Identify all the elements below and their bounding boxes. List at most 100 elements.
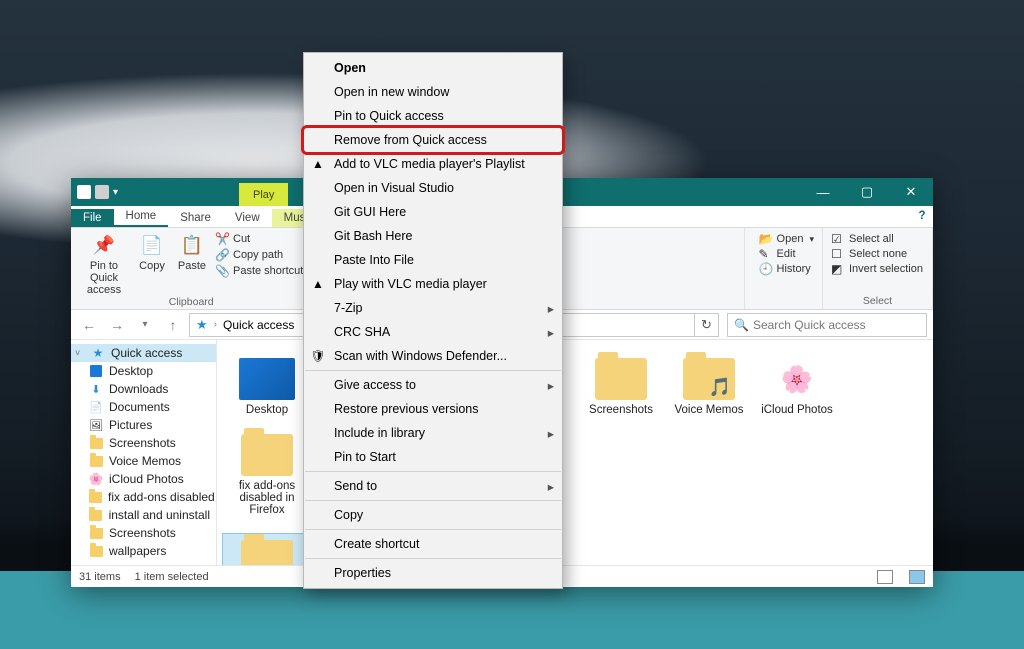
context-menu-label: Copy [334, 508, 363, 522]
copy-button[interactable]: 📄 Copy [135, 232, 169, 272]
nav-item[interactable]: Screenshots [71, 524, 216, 542]
expand-caret-icon[interactable]: ˅ [75, 348, 85, 358]
vlc-icon: ▲ [310, 276, 326, 292]
context-menu-item[interactable]: Pin to Quick access [304, 104, 562, 128]
nav-item-icon [89, 436, 103, 450]
context-menu-label: Git GUI Here [334, 205, 406, 219]
navigation-pane[interactable]: ˅ ★ Quick access Desktop DownloadsDocumen… [71, 340, 217, 565]
context-menu-item[interactable]: Include in library▸ [304, 421, 562, 445]
context-menu-separator [305, 500, 561, 501]
ribbon-tab-file[interactable]: File [71, 209, 114, 227]
ribbon-help-button[interactable]: ? [911, 205, 933, 227]
qat-icon[interactable] [95, 185, 109, 199]
maximize-button[interactable]: ▢ [845, 178, 889, 206]
context-menu-item[interactable]: Create shortcut [304, 532, 562, 556]
history-icon: 🕘 [759, 262, 773, 276]
nav-item[interactable]: wallpapers [71, 542, 216, 560]
nav-item[interactable]: Voice Memos [71, 452, 216, 470]
file-item[interactable]: Desktop [223, 352, 311, 424]
context-menu-item[interactable]: Open in new window [304, 80, 562, 104]
paste-button[interactable]: 📋 Paste [175, 232, 209, 272]
qat-dropdown-icon[interactable]: ▾ [113, 187, 118, 198]
icons-view-button[interactable] [909, 570, 925, 584]
context-menu-item[interactable]: Pin to Start [304, 445, 562, 469]
nav-item[interactable]: Desktop [71, 362, 216, 380]
invert-selection-button[interactable]: ◩Invert selection [831, 262, 923, 276]
nav-item-icon [89, 526, 103, 540]
nav-item-icon: 🌸 [89, 472, 103, 486]
context-menu-item[interactable]: 🛡Scan with Windows Defender... [304, 344, 562, 368]
context-menu-item[interactable]: ▲Play with VLC media player [304, 272, 562, 296]
forward-button[interactable]: → [105, 313, 129, 337]
file-item[interactable]: install and uninstall extensions in Chro… [223, 534, 311, 565]
context-menu-item[interactable]: Remove from Quick access [304, 128, 562, 152]
context-menu-item[interactable]: Properties [304, 561, 562, 585]
select-all-button[interactable]: ☑Select all [831, 232, 923, 246]
context-menu-separator [305, 471, 561, 472]
button-label: Cut [233, 233, 250, 245]
context-menu-item[interactable]: Copy [304, 503, 562, 527]
ribbon-tab-view[interactable]: View [223, 209, 272, 227]
ribbon-tab-home[interactable]: Home [114, 207, 169, 227]
pin-to-quick-access-button[interactable]: 📌 Pin to Quick access [79, 232, 129, 296]
context-menu-item[interactable]: Restore previous versions [304, 397, 562, 421]
copy-path-button[interactable]: 🔗Copy path [215, 248, 303, 262]
group-caption: Select [831, 295, 924, 309]
nav-quick-access[interactable]: ˅ ★ Quick access [71, 344, 216, 362]
context-menu-item[interactable]: Git Bash Here [304, 224, 562, 248]
nav-item[interactable]: Documents [71, 398, 216, 416]
cut-button[interactable]: ✂️Cut [215, 232, 303, 246]
context-menu-item[interactable]: Open in Visual Studio [304, 176, 562, 200]
search-placeholder: Search Quick access [753, 318, 866, 332]
context-menu-label: Send to [334, 479, 377, 493]
nav-item[interactable]: install and uninstall [71, 506, 216, 524]
file-item[interactable]: fix add-ons disabled in Firefox [223, 428, 311, 524]
edit-button[interactable]: ✎Edit [759, 247, 814, 261]
breadcrumb-location[interactable]: Quick access [223, 318, 294, 332]
file-item[interactable]: 🌸iCloud Photos [753, 352, 841, 424]
context-menu-item[interactable]: CRC SHA▸ [304, 320, 562, 344]
select-none-button[interactable]: ☐Select none [831, 247, 923, 261]
nav-item[interactable]: fix add-ons disabled [71, 488, 216, 506]
context-menu: Open Open in new window Pin to Quick acces… [303, 52, 563, 589]
open-icon: 📂 [759, 232, 773, 246]
file-item[interactable]: Screenshots [577, 352, 665, 424]
contextual-tab-play[interactable]: Play [239, 183, 288, 206]
context-menu-label: Pin to Quick access [334, 109, 444, 123]
search-input[interactable]: 🔍 Search Quick access [727, 313, 927, 337]
context-menu-item[interactable]: Git GUI Here [304, 200, 562, 224]
context-menu-item[interactable]: 7-Zip▸ [304, 296, 562, 320]
history-button[interactable]: 🕘History [759, 262, 814, 276]
context-menu-label: Open [334, 61, 366, 75]
context-menu-item[interactable]: Paste Into File [304, 248, 562, 272]
ribbon-tab-share[interactable]: Share [168, 209, 223, 227]
submenu-arrow-icon: ▸ [548, 479, 554, 494]
context-menu-item[interactable]: Give access to▸ [304, 373, 562, 397]
nav-label: Desktop [109, 364, 153, 378]
context-menu-item[interactable]: Open [304, 56, 562, 80]
paste-shortcut-button[interactable]: 📎Paste shortcut [215, 264, 303, 278]
nav-item[interactable]: 🌸iCloud Photos [71, 470, 216, 488]
up-button[interactable]: ↑ [161, 313, 185, 337]
back-button[interactable]: ← [77, 313, 101, 337]
details-view-button[interactable] [877, 570, 893, 584]
nav-item-icon [89, 382, 103, 396]
context-menu-label: Remove from Quick access [334, 133, 487, 147]
file-item[interactable]: Voice Memos [665, 352, 753, 424]
nav-item[interactable]: Screenshots [71, 434, 216, 452]
folder-icon [683, 358, 735, 400]
submenu-arrow-icon: ▸ [548, 426, 554, 441]
close-button[interactable]: ✕ [889, 178, 933, 206]
nav-item[interactable]: Downloads [71, 380, 216, 398]
minimize-button[interactable]: — [801, 178, 845, 206]
group-caption [753, 307, 814, 309]
recent-locations-button[interactable]: ▾ [133, 313, 157, 337]
context-menu-item[interactable]: Send to ▸ [304, 474, 562, 498]
open-button[interactable]: 📂Open ▾ [759, 232, 814, 246]
nav-item[interactable]: Pictures [71, 416, 216, 434]
qat-icon[interactable] [77, 185, 91, 199]
edit-icon: ✎ [759, 247, 773, 261]
refresh-button[interactable]: ↻ [695, 313, 719, 337]
context-menu-item[interactable]: ▲Add to VLC media player's Playlist [304, 152, 562, 176]
paste-icon: 📋 [179, 232, 205, 258]
